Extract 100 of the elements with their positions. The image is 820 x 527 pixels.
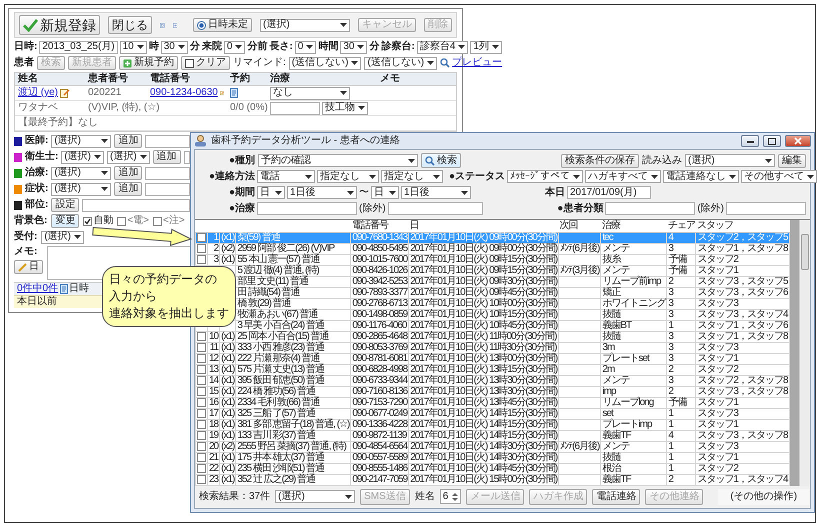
input-field[interactable] bbox=[145, 134, 190, 148]
checkbox[interactable] bbox=[197, 453, 206, 462]
save-conditions-button[interactable]: 検索条件の保存 bbox=[561, 154, 639, 168]
dropdown[interactable]: 電話連絡なし bbox=[663, 170, 739, 183]
dropdown[interactable]: ﾒｯｾｰｼﾞすべて bbox=[507, 170, 583, 183]
edit-icon[interactable] bbox=[60, 88, 70, 98]
minimize-button[interactable] bbox=[741, 135, 759, 147]
checkbox[interactable] bbox=[153, 216, 162, 226]
dropdown[interactable]: (選択) bbox=[61, 150, 104, 164]
flag-checkbox[interactable]: <注> bbox=[153, 215, 185, 227]
checkbox[interactable] bbox=[197, 387, 206, 396]
checkbox[interactable] bbox=[197, 343, 206, 352]
table-cell: スタッフ3，スタッフ8 bbox=[697, 430, 788, 440]
checkbox[interactable] bbox=[197, 376, 206, 385]
edit-button[interactable]: 編集 bbox=[778, 154, 806, 168]
dropdown[interactable]: 1列 bbox=[470, 40, 502, 54]
label: 背景色: bbox=[14, 215, 48, 227]
add-button[interactable]: 追加 bbox=[114, 166, 142, 180]
dropdown[interactable]: (選択) bbox=[51, 166, 112, 180]
dropdown[interactable]: 日 bbox=[257, 186, 285, 199]
count-link[interactable]: 0件中0件 bbox=[17, 283, 58, 295]
add-button[interactable]: 追加 bbox=[152, 150, 181, 164]
clear-button[interactable]: クリア bbox=[181, 56, 230, 70]
dropdown[interactable]: (選択) bbox=[51, 134, 112, 148]
checkbox[interactable] bbox=[197, 244, 206, 253]
dropdown[interactable]: 30 bbox=[160, 40, 188, 54]
checkbox[interactable] bbox=[197, 442, 206, 451]
dropdown[interactable]: ハガキすべて bbox=[585, 170, 661, 183]
date-stamp-button[interactable]: 日 bbox=[14, 260, 43, 274]
input-field[interactable] bbox=[726, 202, 806, 215]
input-field[interactable] bbox=[270, 102, 320, 114]
dropdown[interactable]: (選択) bbox=[685, 154, 775, 167]
checkbox[interactable] bbox=[197, 398, 206, 407]
date-field[interactable]: 2013_03_25(月) bbox=[39, 40, 118, 54]
dropdown[interactable]: 電話 bbox=[257, 170, 315, 183]
flag-checkbox[interactable]: <電> bbox=[117, 215, 150, 227]
input-field[interactable] bbox=[605, 202, 696, 215]
auto-checkbox[interactable]: 自動 bbox=[83, 215, 114, 227]
dropdown[interactable]: 診察台4 bbox=[416, 40, 468, 54]
input-field[interactable] bbox=[388, 202, 483, 215]
close-button[interactable]: 閉じる bbox=[108, 16, 152, 34]
checkbox[interactable] bbox=[197, 332, 206, 341]
edit-icon[interactable] bbox=[220, 88, 224, 98]
input-field[interactable] bbox=[184, 150, 190, 164]
checkbox[interactable] bbox=[197, 365, 206, 374]
table-cell: ワタナベ bbox=[18, 102, 58, 114]
dropdown[interactable]: 10 bbox=[120, 40, 147, 54]
dropdown[interactable]: 1日後 bbox=[287, 186, 357, 199]
dropdown[interactable]: なし bbox=[270, 86, 350, 100]
dropdown[interactable]: 技工物 bbox=[322, 102, 368, 114]
new-reservation-button[interactable]: 新規予約 bbox=[119, 56, 178, 70]
checkbox[interactable] bbox=[197, 255, 206, 264]
change-button[interactable]: 変更 bbox=[51, 214, 80, 228]
dropdown[interactable]: (選択) bbox=[260, 18, 350, 32]
checkbox[interactable] bbox=[197, 233, 206, 242]
dropdown[interactable]: 0 bbox=[294, 40, 316, 54]
input-field[interactable] bbox=[257, 202, 357, 215]
checkbox[interactable] bbox=[197, 464, 206, 473]
maximize-button[interactable] bbox=[763, 135, 781, 147]
input-field[interactable] bbox=[82, 198, 190, 212]
dropdown[interactable]: (選択) bbox=[51, 182, 112, 196]
input-field[interactable] bbox=[145, 182, 190, 196]
add-button[interactable]: 追加 bbox=[114, 182, 142, 196]
number-spinner[interactable]: 6 bbox=[440, 489, 462, 504]
dropdown[interactable]: (選択) bbox=[275, 490, 356, 503]
checkbox[interactable] bbox=[197, 409, 206, 418]
phone-link[interactable]: 090-1234-0630 bbox=[150, 87, 218, 99]
caret-icon bbox=[136, 45, 144, 49]
table-cell-text: スタッフ3 bbox=[697, 342, 740, 352]
preview-link[interactable]: プレビュー bbox=[452, 57, 502, 69]
add-button[interactable]: 追加 bbox=[114, 134, 142, 148]
input-field[interactable] bbox=[145, 166, 190, 180]
checkbox[interactable] bbox=[197, 475, 206, 484]
dropdown[interactable]: (送信しない) bbox=[364, 56, 438, 70]
patient-name-link[interactable]: 渡辺 (ye) bbox=[18, 87, 58, 99]
dropdown[interactable]: 指定なし bbox=[381, 170, 443, 183]
checkbox[interactable] bbox=[197, 431, 206, 440]
close-button[interactable] bbox=[785, 135, 811, 147]
dropdown[interactable]: その他すべて bbox=[741, 170, 817, 183]
undecided-radio[interactable]: 日時未定 bbox=[193, 18, 252, 32]
checkbox[interactable] bbox=[83, 216, 92, 226]
dropdown[interactable]: (送信しない) bbox=[288, 56, 362, 70]
dropdown[interactable]: 指定なし bbox=[317, 170, 379, 183]
search-button[interactable]: 検索 bbox=[421, 153, 461, 168]
dropdown[interactable]: 1日後 bbox=[401, 186, 471, 199]
date-field[interactable]: 2017/01/09(月) bbox=[567, 186, 651, 199]
dropdown[interactable]: (選択) bbox=[107, 150, 150, 164]
action-button[interactable]: 電話連絡 bbox=[592, 488, 640, 504]
checkbox[interactable] bbox=[197, 420, 206, 429]
scrollbar[interactable] bbox=[799, 220, 810, 486]
add-button[interactable]: 設定 bbox=[51, 198, 80, 212]
dropdown[interactable]: 予約の確認 bbox=[258, 154, 418, 167]
dropdown[interactable]: 日 bbox=[371, 186, 399, 199]
dropdown[interactable]: (選択) bbox=[41, 230, 84, 244]
caret-icon bbox=[178, 45, 185, 49]
dropdown[interactable]: 30 bbox=[340, 40, 368, 54]
checkbox[interactable] bbox=[197, 354, 206, 363]
dropdown[interactable]: 0 bbox=[224, 40, 246, 54]
checkbox[interactable] bbox=[117, 216, 126, 226]
new-entry-button[interactable]: 新規登録 bbox=[19, 15, 100, 35]
